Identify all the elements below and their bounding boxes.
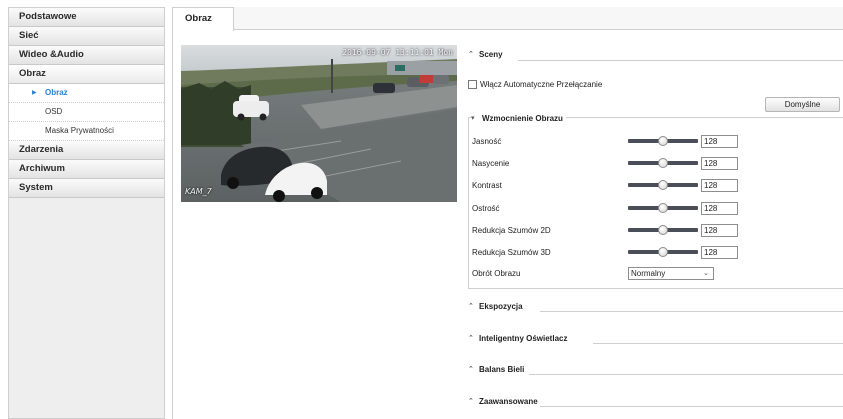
param-label: Redukcja Szumów 2D — [472, 225, 551, 235]
section-inteligentny-rule — [593, 343, 843, 344]
sidebar: Podstawowe Sieć Wideo &Audio Obraz ▶ Obr… — [8, 7, 165, 419]
sidebar-item-archiwum[interactable]: Archiwum — [9, 160, 164, 179]
section-wzmocnienie[interactable]: ▾ Wzmocnienie Obrazu — [471, 112, 566, 124]
param-label: Nasycenie — [472, 158, 510, 168]
chevron-down-icon: ⌄ — [703, 270, 709, 277]
slider-knob[interactable] — [658, 180, 668, 190]
rotation-select[interactable]: Normalny ⌄ — [628, 267, 714, 280]
param-label: Kontrast — [472, 180, 502, 190]
section-ekspozycja[interactable]: ⌃ Ekspozycja — [468, 300, 523, 312]
caret-up-icon: ⌃ — [468, 398, 474, 405]
sidebar-item-wideo-audio[interactable]: Wideo &Audio — [9, 46, 164, 65]
param-row: Kontrast 128 — [472, 178, 738, 192]
tab-obraz[interactable]: Obraz — [172, 7, 234, 31]
caret-up-icon: ⌃ — [468, 303, 474, 310]
section-zaawansowane-rule — [540, 406, 843, 407]
sidebar-item-zdarzenia[interactable]: Zdarzenia — [9, 141, 164, 160]
caret-up-icon: ⌃ — [468, 335, 474, 342]
auto-switch-checkbox[interactable] — [468, 80, 477, 89]
rotation-row: Obrót Obrazu — [472, 266, 628, 280]
camera-timestamp: 2016-09-07 13:11:01 Mon — [342, 48, 453, 57]
section-wzmocnienie-title: Wzmocnienie Obrazu — [482, 113, 563, 123]
param-slider[interactable] — [628, 225, 698, 235]
param-value-input[interactable]: 128 — [701, 178, 738, 192]
caret-up-icon: ⌃ — [468, 51, 474, 58]
param-value-input[interactable]: 128 — [701, 245, 738, 259]
caret-up-icon: ⌃ — [468, 366, 474, 373]
triangle-right-icon: ▶ — [32, 90, 37, 96]
section-inteligentny-oswietlacz[interactable]: ⌃ Inteligentny Oświetlacz — [468, 332, 567, 344]
slider-knob[interactable] — [658, 158, 668, 168]
sidebar-subitem-maska-prywatnosci[interactable]: Maska Prywatności — [9, 122, 164, 141]
rotation-select-value: Normalny — [631, 269, 666, 278]
param-slider[interactable] — [628, 136, 698, 146]
sidebar-item-siec[interactable]: Sieć — [9, 27, 164, 46]
param-label: Ostrość — [472, 203, 500, 213]
param-row: Nasycenie 128 — [472, 156, 738, 170]
section-inteligentny-title: Inteligentny Oświetlacz — [479, 333, 568, 343]
param-value-input[interactable]: 128 — [701, 201, 738, 215]
camera-preview[interactable]: 2016-09-07 13:11:01 Mon KAM_7 — [181, 45, 457, 202]
param-slider[interactable] — [628, 247, 698, 257]
param-row: Ostrość 128 — [472, 201, 738, 215]
section-sceny-title: Sceny — [479, 49, 503, 59]
param-label: Redukcja Szumów 3D — [472, 247, 551, 257]
sidebar-item-obraz[interactable]: Obraz — [9, 65, 164, 84]
sidebar-item-podstawowe[interactable]: Podstawowe — [9, 8, 164, 27]
sidebar-subitem-obraz[interactable]: ▶ Obraz — [9, 84, 164, 103]
param-row: Redukcja Szumów 2D 128 — [472, 223, 738, 237]
slider-knob[interactable] — [658, 225, 668, 235]
sidebar-item-system[interactable]: System — [9, 179, 164, 198]
section-ekspozycja-title: Ekspozycja — [479, 301, 523, 311]
auto-switch-label: Włącz Automatyczne Przełączanie — [480, 80, 603, 89]
param-row: Redukcja Szumów 3D 128 — [472, 245, 738, 259]
section-balans-rule — [529, 374, 843, 375]
slider-knob[interactable] — [658, 136, 668, 146]
default-button[interactable]: Domyślne — [765, 97, 840, 112]
param-value-input[interactable]: 128 — [701, 156, 738, 170]
camera-preview-image — [181, 45, 457, 202]
slider-knob[interactable] — [658, 203, 668, 213]
camera-name: KAM_7 — [185, 187, 212, 196]
section-balans-title: Balans Bieli — [479, 364, 525, 374]
param-slider[interactable] — [628, 203, 698, 213]
section-sceny-rule — [518, 60, 843, 61]
param-label: Jasność — [472, 136, 502, 146]
section-zaawansowane[interactable]: ⌃ Zaawansowane — [468, 395, 538, 407]
content-divider — [172, 30, 173, 419]
sidebar-subitem-osd[interactable]: OSD — [9, 103, 164, 122]
slider-knob[interactable] — [658, 247, 668, 257]
param-slider[interactable] — [628, 158, 698, 168]
param-row: Jasność 128 — [472, 134, 738, 148]
caret-down-icon: ▾ — [471, 115, 475, 122]
section-sceny[interactable]: ⌃ Sceny — [468, 48, 503, 60]
section-zaawansowane-title: Zaawansowane — [479, 396, 538, 406]
param-slider[interactable] — [628, 180, 698, 190]
tab-strip: Obraz — [172, 7, 843, 31]
section-ekspozycja-rule — [540, 311, 843, 312]
rotation-label: Obrót Obrazu — [472, 268, 521, 278]
section-balans-bieli[interactable]: ⌃ Balans Bieli — [468, 363, 524, 375]
auto-switch-row: Włącz Automatyczne Przełączanie — [468, 80, 602, 89]
param-value-input[interactable]: 128 — [701, 223, 738, 237]
param-value-input[interactable]: 128 — [701, 134, 738, 148]
sidebar-subitem-label: Obraz — [45, 88, 68, 97]
